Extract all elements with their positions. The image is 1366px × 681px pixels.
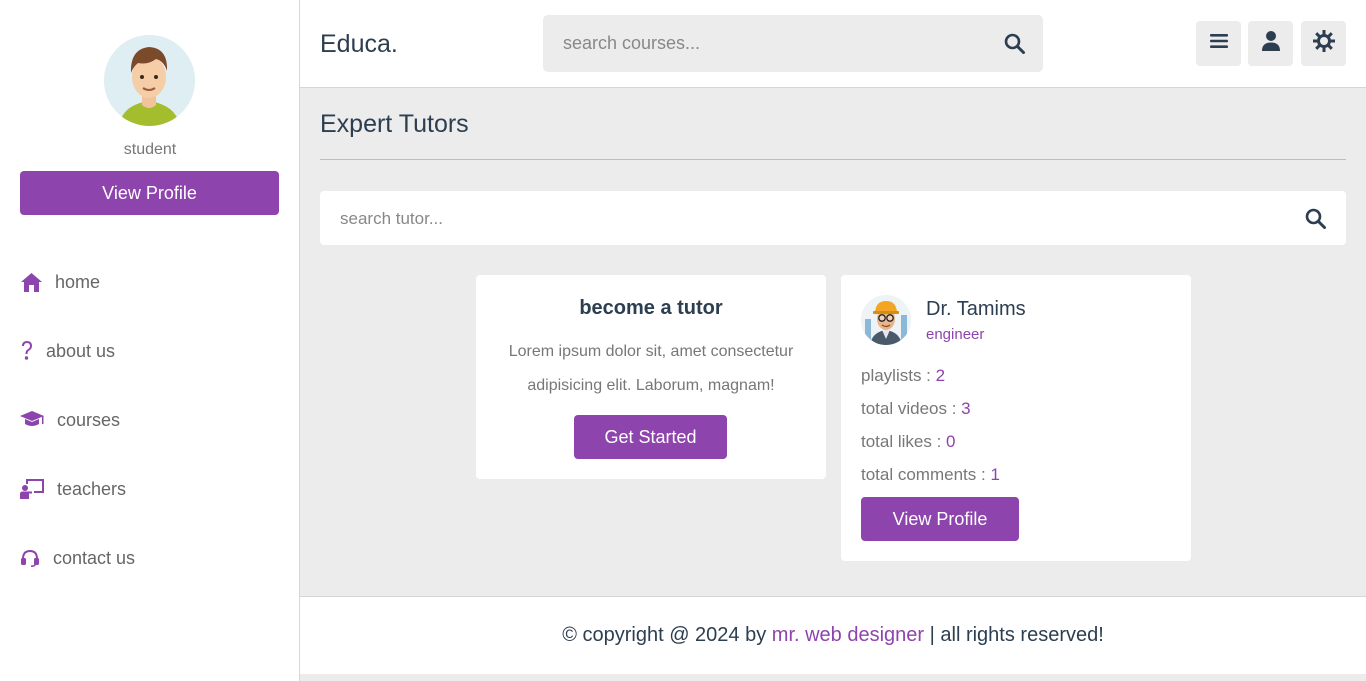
stat-playlists: playlists : 2 xyxy=(861,366,945,386)
stat-value: 3 xyxy=(961,399,971,418)
title-divider xyxy=(320,159,1346,160)
sidebar-item-courses[interactable]: courses xyxy=(20,405,120,435)
question-icon xyxy=(20,340,34,362)
tutor-card: Dr. Tamims engineer playlists : 2 total … xyxy=(841,275,1191,561)
sidebar: student View Profile home about us cours… xyxy=(0,0,300,681)
sidebar-item-teachers[interactable]: teachers xyxy=(20,474,126,504)
menu-button[interactable] xyxy=(1196,21,1241,66)
footer: © copyright @ 2024 by mr. web designer |… xyxy=(300,596,1366,674)
top-header: Educa. search courses... xyxy=(300,0,1366,88)
headset-icon xyxy=(20,547,40,569)
sidebar-item-label: home xyxy=(55,271,101,292)
page-title: Expert Tutors xyxy=(320,110,469,138)
get-started-button[interactable]: Get Started xyxy=(574,415,727,459)
stat-total-comments: total comments : 1 xyxy=(861,465,1000,485)
card-description: Lorem ipsum dolor sit, amet consectetur … xyxy=(508,343,794,394)
user-role: student xyxy=(123,141,177,158)
copyright-prefix: © copyright @ 2024 by xyxy=(562,624,772,646)
sidebar-item-label: contact us xyxy=(53,547,136,568)
theme-toggle-button[interactable] xyxy=(1301,21,1346,66)
stat-label: playlists : xyxy=(861,366,936,385)
menu-icon xyxy=(1209,33,1228,54)
sidebar-item-home[interactable]: home xyxy=(20,267,100,297)
search-icon[interactable] xyxy=(1004,33,1025,59)
card-title: become a tutor xyxy=(579,297,723,319)
stat-value: 1 xyxy=(990,465,1000,484)
stat-label: total videos : xyxy=(861,399,962,418)
student-avatar xyxy=(104,35,195,126)
sidebar-item-label: courses xyxy=(57,409,121,430)
search-icon[interactable] xyxy=(1305,208,1326,234)
stat-value: 2 xyxy=(935,366,946,385)
sidebar-item-label: teachers xyxy=(57,478,127,499)
tutor-search-box[interactable]: search tutor... xyxy=(320,191,1346,245)
tutor-profession: engineer xyxy=(926,326,985,343)
user-button[interactable] xyxy=(1248,21,1293,66)
tutor-name: Dr. Tamims xyxy=(926,298,1026,320)
tutor-avatar xyxy=(861,295,911,345)
view-profile-button[interactable]: View Profile xyxy=(20,171,279,215)
stat-label: total likes : xyxy=(861,432,947,451)
stat-total-videos: total videos : 3 xyxy=(861,399,971,419)
sidebar-item-contact-us[interactable]: contact us xyxy=(20,543,135,573)
tutor-view-profile-button[interactable]: View Profile xyxy=(861,497,1019,541)
author-link[interactable]: mr. web designer xyxy=(772,624,924,646)
stat-value: 0 xyxy=(946,432,956,451)
course-search-box[interactable]: search courses... xyxy=(543,15,1043,72)
tutor-search-input[interactable]: search tutor... xyxy=(340,209,443,229)
user-icon xyxy=(1261,31,1280,56)
theme-toggle-icon xyxy=(1312,30,1335,57)
graduation-cap-icon xyxy=(20,409,44,431)
copyright-suffix: | all rights reserved! xyxy=(924,624,1104,646)
chalkboard-teacher-icon xyxy=(20,478,44,500)
sidebar-item-label: about us xyxy=(46,340,116,361)
stat-total-likes: total likes : 0 xyxy=(861,432,956,452)
logo[interactable]: Educa. xyxy=(320,30,398,59)
sidebar-item-about-us[interactable]: about us xyxy=(20,336,115,366)
stat-label: total comments : xyxy=(861,465,991,484)
home-icon xyxy=(20,271,42,293)
search-input[interactable]: search courses... xyxy=(563,33,700,54)
become-tutor-card: become a tutor Lorem ipsum dolor sit, am… xyxy=(476,275,826,479)
copyright-text: © copyright @ 2024 by mr. web designer |… xyxy=(300,624,1366,647)
